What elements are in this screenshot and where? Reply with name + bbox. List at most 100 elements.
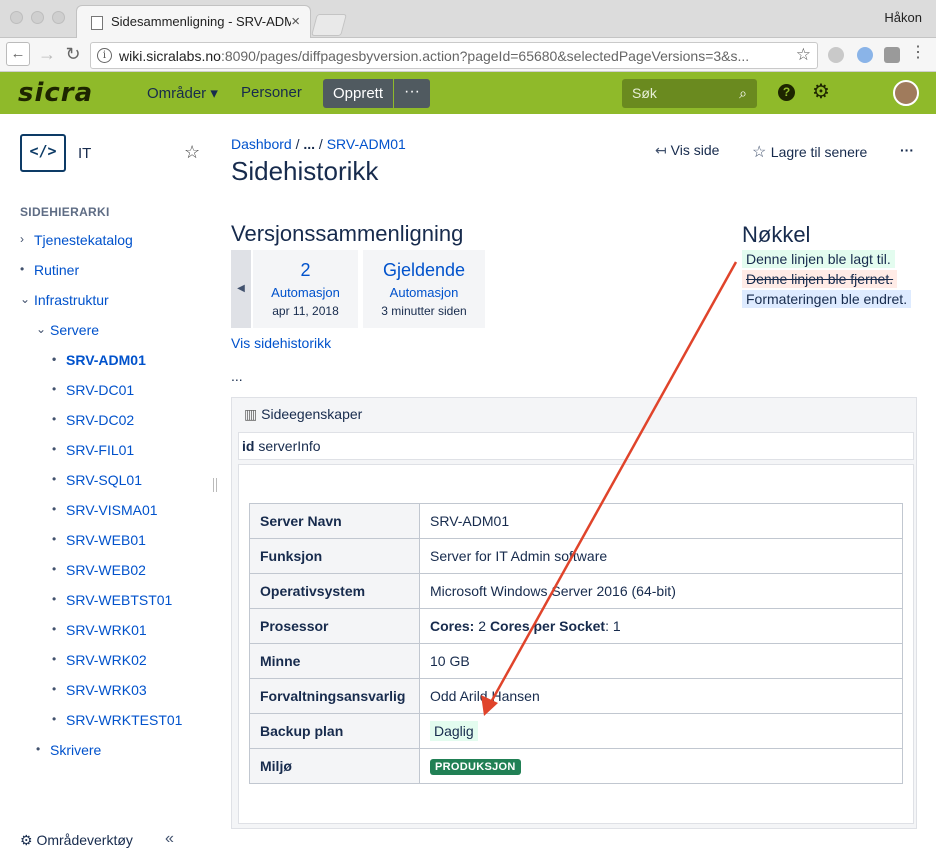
table-row: Minne 10 GB <box>249 643 903 679</box>
window-close-button[interactable] <box>10 11 23 24</box>
browser-toolbar: ← → ↻ i wiki.sicralabs.no:8090/pages/dif… <box>0 38 936 72</box>
property-value: Cores: 2 Cores per Socket: 1 <box>419 608 903 644</box>
view-page-button[interactable]: ↤ Vis side <box>655 142 719 159</box>
sidebar-resize-handle[interactable] <box>213 478 217 492</box>
nav-people[interactable]: Personer <box>241 84 302 101</box>
bullet-icon: • <box>52 682 57 696</box>
url-host: wiki.sicralabs.no <box>119 48 221 64</box>
space-code-icon[interactable]: </> <box>20 134 66 172</box>
address-bar[interactable]: i wiki.sicralabs.no:8090/pages/diffpages… <box>90 42 818 69</box>
legend-added: Denne linjen ble lagt til. <box>742 250 895 268</box>
bookmark-star-icon[interactable]: ☆ <box>796 45 811 65</box>
reload-button[interactable]: ↻ <box>62 44 84 65</box>
app-header: sicra Områder ▾ Personer Opprett ··· Søk… <box>0 72 936 114</box>
space-favorite-star-icon[interactable]: ☆ <box>184 142 200 163</box>
property-key: Funksjon <box>249 538 420 574</box>
property-key: Forvaltningsansvarlig <box>249 678 420 714</box>
properties-table: Server Navn SRV-ADM01 Funksjon Server for … <box>249 503 903 784</box>
breadcrumb-ellipsis[interactable]: ... <box>303 136 315 152</box>
bullet-icon: • <box>52 442 57 456</box>
settings-gear-icon[interactable]: ⚙ <box>812 79 830 104</box>
tree-item-infrastruktur[interactable]: ⌄ Infrastruktur <box>20 292 109 308</box>
new-tab-button[interactable] <box>311 14 347 36</box>
bullet-icon: • <box>52 562 57 576</box>
forward-button[interactable]: → <box>36 44 58 65</box>
collapse-chevron-icon[interactable]: ⌄ <box>20 292 30 306</box>
previous-version-button[interactable]: ◀ <box>231 250 251 328</box>
browser-tab[interactable]: Sidesammenligning - SRV-ADM × <box>76 5 311 39</box>
tree-item-srv-web01[interactable]: • SRV-WEB01 <box>52 532 146 548</box>
property-value: Microsoft Windows Server 2016 (64-bit) <box>419 573 903 609</box>
space-tools-button[interactable]: ⚙ Områdeverktøy <box>20 832 133 849</box>
browser-tab-bar: Sidesammenligning - SRV-ADM × Håkon <box>0 0 936 39</box>
create-more-button[interactable]: ··· <box>394 79 430 108</box>
space-name[interactable]: IT <box>78 145 91 162</box>
property-key: Miljø <box>249 748 420 784</box>
tab-close-icon[interactable]: × <box>291 13 300 30</box>
property-value: 10 GB <box>419 643 903 679</box>
extension-icon[interactable] <box>857 47 873 63</box>
tree-item-srv-visma01[interactable]: • SRV-VISMA01 <box>52 502 158 518</box>
back-arrow-icon: ↤ <box>655 142 671 158</box>
expand-chevron-icon[interactable]: › <box>20 232 24 246</box>
app-logo[interactable]: sicra <box>18 78 93 108</box>
breadcrumb-page-link[interactable]: SRV-ADM01 <box>327 136 406 152</box>
window-zoom-button[interactable] <box>52 11 65 24</box>
page-properties-body: Server Navn SRV-ADM01 Funksjon Server for … <box>238 464 914 824</box>
tree-item-tjenestekatalog[interactable]: › Tjenestekatalog <box>20 232 133 248</box>
back-button[interactable]: ← <box>6 42 30 66</box>
version-number-link[interactable]: Gjeldende <box>363 260 485 281</box>
search-input[interactable]: Søk ⌕ <box>622 79 757 108</box>
create-button[interactable]: Opprett <box>323 79 393 108</box>
tree-item-servere[interactable]: ⌄ Servere <box>36 322 99 338</box>
collapse-chevron-icon[interactable]: ⌄ <box>36 322 46 336</box>
tree-item-srv-wrk02[interactable]: • SRV-WRK02 <box>52 652 147 668</box>
property-value: Server for IT Admin software <box>419 538 903 574</box>
page-tree-heading: SIDEHIERARKI <box>20 205 110 219</box>
bullet-icon: • <box>52 352 57 366</box>
property-key: Minne <box>249 643 420 679</box>
bullet-icon: • <box>20 262 25 276</box>
version-author-link[interactable]: Automasjon <box>253 285 358 300</box>
nav-spaces[interactable]: Områder ▾ <box>147 84 218 102</box>
collapse-sidebar-icon[interactable]: « <box>165 830 174 848</box>
table-row: Forvaltningsansvarlig Odd Arild Hansen <box>249 678 903 714</box>
tree-item-srv-webtst01[interactable]: • SRV-WEBTST01 <box>52 592 172 608</box>
user-avatar[interactable] <box>893 80 919 106</box>
collapsed-unchanged-content[interactable]: ... <box>231 368 243 384</box>
page-properties-heading: ▥ Sideegenskaper <box>244 406 363 422</box>
tree-item-srv-dc02[interactable]: • SRV-DC02 <box>52 412 134 428</box>
bullet-icon: • <box>36 742 41 756</box>
version-author-link[interactable]: Automasjon <box>363 285 485 300</box>
tree-item-srv-wrk01[interactable]: • SRV-WRK01 <box>52 622 147 638</box>
view-page-history-link[interactable]: Vis sidehistorikk <box>231 335 331 351</box>
bullet-icon: • <box>52 502 57 516</box>
legend-removed: Denne linjen ble fjernet. <box>742 270 898 288</box>
window-minimize-button[interactable] <box>31 11 44 24</box>
bullet-icon: • <box>52 712 57 726</box>
page-more-actions-button[interactable]: ··· <box>900 142 914 158</box>
extension-icon[interactable] <box>828 47 844 63</box>
page-properties-macro: ▥ Sideegenskaper id serverInfo Server Na… <box>231 397 917 829</box>
tree-item-srv-sql01[interactable]: • SRV-SQL01 <box>52 472 142 488</box>
tree-item-srv-adm01[interactable]: • SRV-ADM01 <box>52 352 146 368</box>
tree-item-srv-web02[interactable]: • SRV-WEB02 <box>52 562 146 578</box>
save-for-later-button[interactable]: ☆ Lagre til senere <box>752 142 867 162</box>
extension-icon[interactable] <box>884 47 900 63</box>
tree-item-srv-fil01[interactable]: • SRV-FIL01 <box>52 442 134 458</box>
tree-item-srv-wrk03[interactable]: • SRV-WRK03 <box>52 682 147 698</box>
version-number-link[interactable]: 2 <box>253 260 358 281</box>
help-icon[interactable]: ? <box>778 84 795 101</box>
table-row: Backup plan Daglig <box>249 713 903 749</box>
browser-user-name[interactable]: Håkon <box>884 10 922 25</box>
tree-item-srv-wrktest01[interactable]: • SRV-WRKTEST01 <box>52 712 182 728</box>
tree-item-srv-dc01[interactable]: • SRV-DC01 <box>52 382 134 398</box>
macro-id-field: id serverInfo <box>238 432 914 460</box>
browser-menu-icon[interactable]: ⋮ <box>910 45 926 61</box>
tree-item-rutiner[interactable]: • Rutiner <box>20 262 79 278</box>
site-info-icon[interactable]: i <box>97 48 112 63</box>
breadcrumb-dashboard-link[interactable]: Dashbord <box>231 136 292 152</box>
tree-item-skrivere[interactable]: • Skrivere <box>36 742 101 758</box>
property-value: SRV-ADM01 <box>419 503 903 539</box>
book-icon: ▥ <box>244 406 262 422</box>
